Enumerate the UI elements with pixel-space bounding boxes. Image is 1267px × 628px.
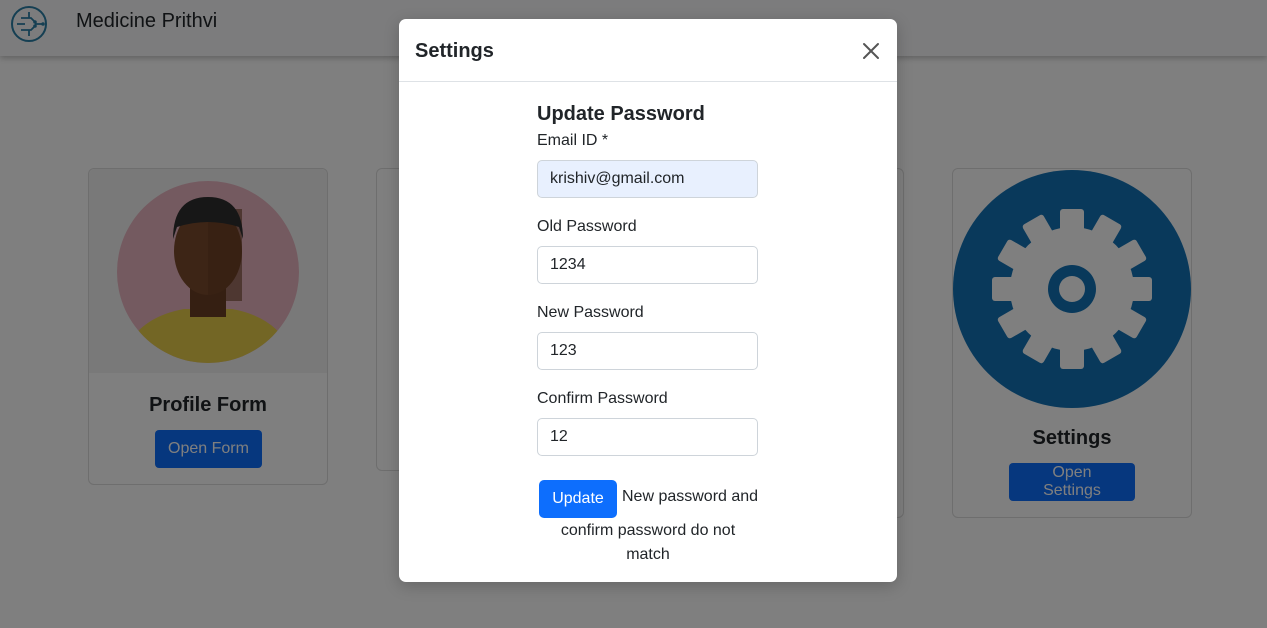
error-message-rest: confirm password do not match bbox=[560, 522, 736, 563]
error-message-line-1: New password and bbox=[622, 488, 759, 505]
new-password-field[interactable] bbox=[537, 332, 758, 370]
email-label: Email ID * bbox=[537, 132, 609, 149]
form-title: Update Password bbox=[537, 103, 705, 125]
old-password-label: Old Password bbox=[537, 218, 637, 235]
close-button[interactable] bbox=[859, 39, 883, 63]
new-password-label: New Password bbox=[537, 304, 644, 321]
old-password-field[interactable] bbox=[537, 246, 758, 284]
confirm-password-label: Confirm Password bbox=[537, 390, 668, 407]
modal-title: Settings bbox=[415, 40, 494, 62]
update-button[interactable]: Update bbox=[539, 480, 617, 518]
modal-header: Settings bbox=[399, 19, 897, 82]
settings-modal: Settings Update Password Email ID * Old … bbox=[399, 19, 897, 582]
email-field[interactable] bbox=[537, 160, 758, 198]
confirm-password-field[interactable] bbox=[537, 418, 758, 456]
close-icon bbox=[863, 43, 879, 59]
